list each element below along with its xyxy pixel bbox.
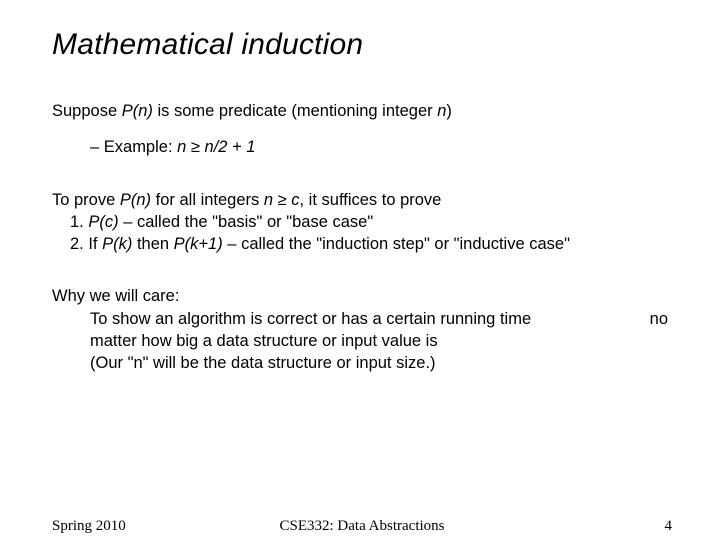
text: ) — [446, 102, 452, 120]
example-expr: n ≥ n/2 + 1 — [177, 138, 255, 156]
text: for all integers — [151, 191, 264, 209]
text: is some predicate (mentioning integer — [153, 102, 437, 120]
prove-item-1: 1. P(c) – called the "basis" or "base ca… — [70, 211, 672, 233]
item-number: 2. If — [70, 235, 102, 253]
slide-title: Mathematical induction — [52, 28, 672, 62]
example-line: – Example: n ≥ n/2 + 1 — [90, 136, 672, 158]
item-number: 1. — [70, 213, 88, 231]
example-label: – Example: — [90, 138, 177, 156]
text: – called the "basis" or "base case" — [119, 213, 374, 231]
math-expr: P(k+1) — [174, 235, 223, 253]
prove-item-2: 2. If P(k) then P(k+1) – called the "ind… — [70, 233, 672, 255]
footer-page-number: 4 — [665, 518, 673, 535]
prove-block: To prove P(n) for all integers n ≥ c, it… — [52, 189, 672, 256]
why-heading: Why we will care: — [52, 285, 672, 307]
predicate-symbol: P(n) — [122, 102, 153, 120]
predicate-symbol: P(n) — [120, 191, 151, 209]
why-line-2: matter how big a data structure or input… — [90, 330, 672, 352]
why-block: Why we will care: To show an algorithm i… — [52, 285, 672, 374]
text: then — [132, 235, 173, 253]
text: – called the "induction step" or "induct… — [223, 235, 570, 253]
intro-line: Suppose P(n) is some predicate (mentioni… — [52, 100, 672, 122]
why-line-3: (Our "n" will be the data structure or i… — [90, 352, 672, 374]
text: Suppose — [52, 102, 122, 120]
footer-course: CSE332: Data Abstractions — [52, 518, 672, 535]
slide: Mathematical induction Suppose P(n) is s… — [0, 0, 720, 540]
math-expr: P(k) — [102, 235, 132, 253]
why-line-1: To show an algorithm is correct or has a… — [90, 308, 672, 330]
prove-intro: To prove P(n) for all integers n ≥ c, it… — [52, 189, 672, 211]
text: To show an algorithm is correct or has a… — [90, 310, 531, 328]
math-expr: n ≥ c — [264, 191, 300, 209]
text: To prove — [52, 191, 120, 209]
text: , it suffices to prove — [300, 191, 442, 209]
math-expr: P(c) — [88, 213, 118, 231]
slide-body: Suppose P(n) is some predicate (mentioni… — [52, 100, 672, 374]
text-no: no — [650, 308, 668, 330]
